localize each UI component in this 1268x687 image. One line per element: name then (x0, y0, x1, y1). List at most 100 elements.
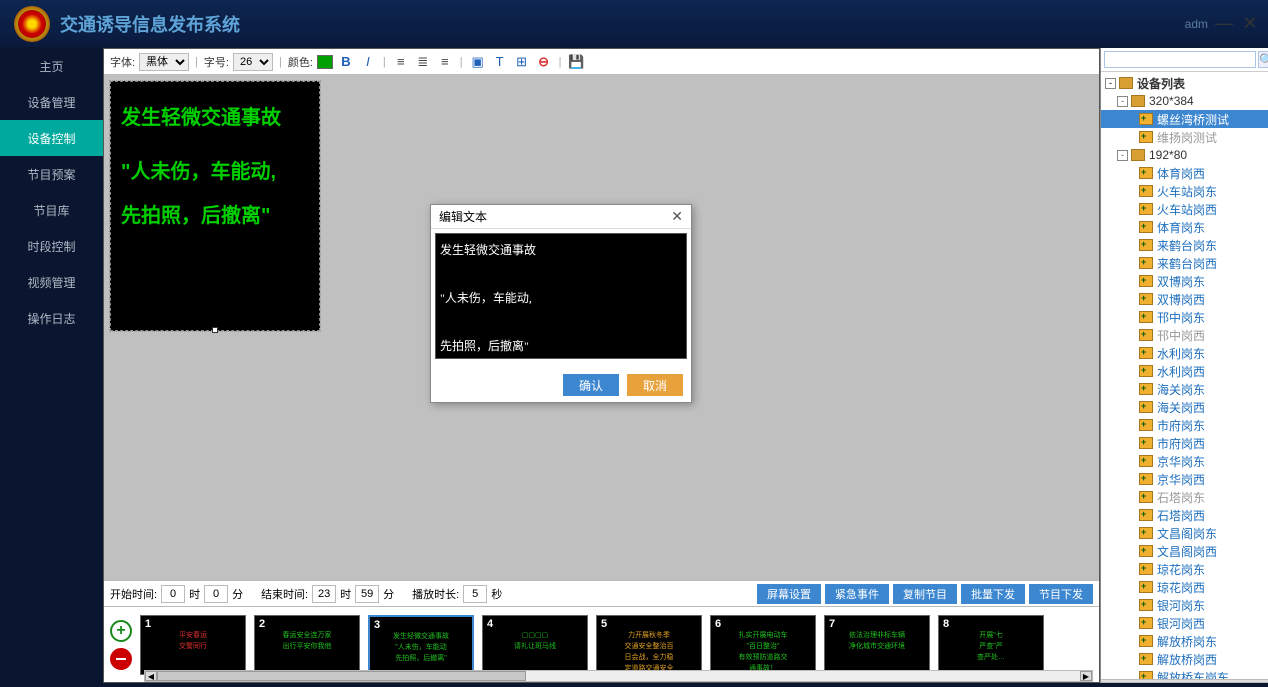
slide-thumb[interactable]: 7依法治理非标车辆净化城市交通环境 (824, 615, 930, 675)
modal-close-icon[interactable]: ✕ (671, 208, 683, 225)
tree-device-item[interactable]: 文昌阁岗东 (1101, 524, 1268, 542)
search-icon[interactable]: 🔍 (1258, 51, 1268, 68)
start-hour-input[interactable] (161, 585, 185, 603)
sidebar-item[interactable]: 操作日志 (0, 300, 103, 336)
tree-device-item[interactable]: 螺丝湾桥测试 (1101, 110, 1268, 128)
add-slide-button[interactable]: + (110, 620, 132, 642)
tree-device-item[interactable]: 石塔岗西 (1101, 506, 1268, 524)
tree-device-item[interactable]: 琼花岗东 (1101, 560, 1268, 578)
sidebar-item[interactable]: 时段控制 (0, 228, 103, 264)
close-icon[interactable]: ✕ (1242, 16, 1258, 32)
align-right-icon[interactable]: ≡ (436, 53, 454, 71)
tree-device-item[interactable]: 解放桥岗东 (1101, 632, 1268, 650)
modal-textarea[interactable] (435, 233, 687, 359)
color-swatch[interactable] (317, 55, 333, 69)
sidebar-item[interactable]: 节目库 (0, 192, 103, 228)
scroll-right-icon[interactable]: ▶ (1080, 671, 1092, 681)
tree-device-item[interactable]: 文昌阁岗西 (1101, 542, 1268, 560)
size-label: 字号: (204, 54, 229, 70)
tree-group[interactable]: -192*80 (1101, 146, 1268, 164)
screen-settings-button[interactable]: 屏幕设置 (757, 584, 821, 604)
app-title: 交通诱导信息发布系统 (60, 11, 240, 37)
sidebar-item[interactable]: 设备控制 (0, 120, 103, 156)
tree-device-item[interactable]: 双博岗西 (1101, 290, 1268, 308)
slide-thumb[interactable]: 8开展"七严查"严查严处… (938, 615, 1044, 675)
align-left-icon[interactable]: ≡ (392, 53, 410, 71)
led-text-content: 发生轻微交通事故 "人未伤，车能动, 先拍照，后撤离" (111, 82, 319, 252)
edit-text-modal: 编辑文本 ✕ 确认 取消 (430, 204, 692, 403)
size-select[interactable]: 26 (233, 53, 273, 71)
tree-device-item[interactable]: 双博岗东 (1101, 272, 1268, 290)
tree-device-item[interactable]: 体育岗东 (1101, 218, 1268, 236)
text-icon[interactable]: T (491, 53, 509, 71)
slide-thumb[interactable]: 4▢▢▢▢请礼让斑马线 (482, 615, 588, 675)
end-time-label: 结束时间: (261, 586, 308, 602)
thumb-scrollbar[interactable]: ◀ ▶ (144, 670, 1093, 682)
tree-device-item[interactable]: 水利岗东 (1101, 344, 1268, 362)
tree-device-item[interactable]: 火车站岗西 (1101, 200, 1268, 218)
tree-device-item[interactable]: 体育岗西 (1101, 164, 1268, 182)
device-panel: 🔍 -设备列表-320*384螺丝湾桥测试维扬岗测试-192*80体育岗西火车站… (1100, 48, 1268, 683)
sidebar: 主页设备管理设备控制节目预案节目库时段控制视频管理操作日志 (0, 48, 103, 683)
led-preview-block[interactable]: 发生轻微交通事故 "人未伤，车能动, 先拍照，后撤离" (110, 81, 320, 331)
scroll-left-icon[interactable]: ◀ (145, 671, 157, 681)
tree-device-item[interactable]: 解放桥东岗东 (1101, 668, 1268, 679)
duration-input[interactable] (463, 585, 487, 603)
tree-group[interactable]: -320*384 (1101, 92, 1268, 110)
tree-device-item[interactable]: 京华岗东 (1101, 452, 1268, 470)
tree-device-item[interactable]: 市府岗西 (1101, 434, 1268, 452)
resize-handle[interactable] (212, 327, 218, 333)
italic-button[interactable]: I (359, 53, 377, 71)
tree-device-item[interactable]: 邗中岗西 (1101, 326, 1268, 344)
tree-device-item[interactable]: 银河岗东 (1101, 596, 1268, 614)
sidebar-item[interactable]: 设备管理 (0, 84, 103, 120)
end-hour-input[interactable] (312, 585, 336, 603)
layout-icon[interactable]: ⊞ (513, 53, 531, 71)
tree-device-item[interactable]: 市府岗东 (1101, 416, 1268, 434)
tree-device-item[interactable]: 火车站岗东 (1101, 182, 1268, 200)
delete-slide-button[interactable] (110, 648, 132, 670)
sidebar-item[interactable]: 视频管理 (0, 264, 103, 300)
emergency-button[interactable]: 紧急事件 (825, 584, 889, 604)
font-label: 字体: (110, 54, 135, 70)
slide-thumb[interactable]: 1平安春运交警同行 (140, 615, 246, 675)
slide-thumb[interactable]: 5力开展秋冬季交通安全整治百日会战，全力稳定道路交通安全形势！ (596, 615, 702, 675)
slide-thumb[interactable]: 2春运安全连万家出行平安你我他 (254, 615, 360, 675)
font-select[interactable]: 黑体 (139, 53, 189, 71)
slide-thumb[interactable]: 3发生轻微交通事故"人未伤，车能动先拍照，后撤离" (368, 615, 474, 675)
modal-title: 编辑文本 (439, 208, 671, 225)
editor-toolbar: 字体: 黑体 | 字号: 26 | 颜色: B I | ≡ ≣ ≡ | ▣ T … (104, 49, 1099, 75)
tree-device-item[interactable]: 邗中岗东 (1101, 308, 1268, 326)
minimize-icon[interactable]: — (1216, 16, 1232, 32)
tree-device-item[interactable]: 水利岗西 (1101, 362, 1268, 380)
image-icon[interactable]: ▣ (469, 53, 487, 71)
sidebar-item[interactable]: 节目预案 (0, 156, 103, 192)
tree-device-item[interactable]: 来鹤台岗西 (1101, 254, 1268, 272)
sidebar-item[interactable]: 主页 (0, 48, 103, 84)
copy-program-button[interactable]: 复制节目 (893, 584, 957, 604)
tree-device-item[interactable]: 海关岗西 (1101, 398, 1268, 416)
tree-device-item[interactable]: 维扬岗测试 (1101, 128, 1268, 146)
bold-button[interactable]: B (337, 53, 355, 71)
device-search-input[interactable] (1104, 51, 1256, 68)
end-min-input[interactable] (355, 585, 379, 603)
tree-device-item[interactable]: 海关岗东 (1101, 380, 1268, 398)
slide-thumb[interactable]: 6扎实开展电动车"百日整治"有效预防道路交通事故！ (710, 615, 816, 675)
save-icon[interactable]: 💾 (567, 53, 585, 71)
color-label: 颜色: (288, 54, 313, 70)
tree-device-item[interactable]: 银河岗西 (1101, 614, 1268, 632)
align-center-icon[interactable]: ≣ (414, 53, 432, 71)
start-min-input[interactable] (204, 585, 228, 603)
tree-device-item[interactable]: 石塔岗东 (1101, 488, 1268, 506)
batch-send-button[interactable]: 批量下发 (961, 584, 1025, 604)
send-program-button[interactable]: 节目下发 (1029, 584, 1093, 604)
tree-device-item[interactable]: 琼花岗西 (1101, 578, 1268, 596)
tree-device-item[interactable]: 解放桥岗西 (1101, 650, 1268, 668)
tree-device-item[interactable]: 来鹤台岗东 (1101, 236, 1268, 254)
tree-device-item[interactable]: 京华岗西 (1101, 470, 1268, 488)
tree-root[interactable]: -设备列表 (1101, 74, 1268, 92)
delete-icon[interactable]: ⊖ (535, 53, 553, 71)
modal-cancel-button[interactable]: 取消 (627, 374, 683, 396)
user-label[interactable]: adm (1185, 17, 1208, 31)
modal-ok-button[interactable]: 确认 (563, 374, 619, 396)
